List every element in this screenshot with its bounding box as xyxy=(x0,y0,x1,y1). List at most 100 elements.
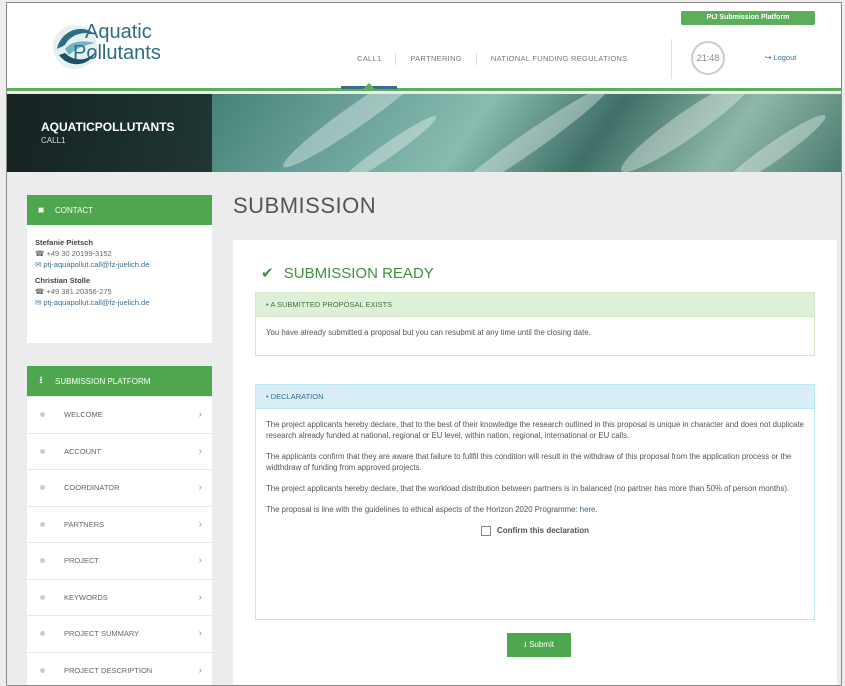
active-nav-pointer xyxy=(363,83,375,89)
status-dot-icon xyxy=(40,448,45,454)
submission-card: ✔ SUBMISSION READY • A SUBMITTED PROPOSA… xyxy=(233,240,837,685)
banner-wave-decoration xyxy=(614,94,760,172)
nav-divider xyxy=(671,39,672,79)
checkmark-icon: ✔ xyxy=(261,265,274,282)
submit-button-label: Submit xyxy=(529,640,554,649)
status-dot-icon xyxy=(40,667,45,673)
submission-platform-menu: ⭳ SUBMISSION PLATFORM WELCOME › ACCOUNT … xyxy=(27,366,212,686)
download-icon: ⭳ xyxy=(39,374,43,386)
declaration-panel: • DECLARATION The project applicants her… xyxy=(255,384,815,620)
call-title: AQUATICPOLLUTANTS xyxy=(41,120,175,134)
sidebar-item-label: PROJECT SUMMARY xyxy=(64,629,140,639)
logout-icon: ↪ xyxy=(765,53,772,62)
declaration-heading: • DECLARATION xyxy=(256,385,814,409)
contact-phone: ☎ +49 30 20199-3152 xyxy=(35,248,204,259)
status-dot-icon xyxy=(40,412,45,418)
submission-ready-heading: ✔ SUBMISSION READY xyxy=(261,264,434,282)
status-dot-icon xyxy=(40,594,45,600)
sidebar-item-coordinator[interactable]: COORDINATOR › xyxy=(27,469,212,506)
declaration-paragraph: The project applicants hereby declare, t… xyxy=(266,420,804,440)
confirm-declaration-label: Confirm this declaration xyxy=(496,526,589,535)
submit-button[interactable]: ⭳ Submit xyxy=(507,633,571,657)
status-dot-icon xyxy=(40,558,45,564)
nav-call1[interactable]: CALL1 xyxy=(343,53,397,65)
chevron-right-icon: › xyxy=(198,482,202,493)
page-title: SUBMISSION xyxy=(233,193,377,218)
sidebar-item-project-summary[interactable]: PROJECT SUMMARY › xyxy=(27,615,212,652)
contact-list: Stefanie Pietsch ☎ +49 30 20199-3152 ✉ p… xyxy=(27,225,212,318)
confirm-declaration-checkbox[interactable] xyxy=(480,525,491,536)
bullet-icon: • xyxy=(266,300,269,309)
sidebar-item-label: PROJECT xyxy=(64,556,100,566)
chevron-right-icon: › xyxy=(198,409,202,420)
contact-heading: CONTACT xyxy=(55,205,94,215)
sidebar-item-label: KEYWORDS xyxy=(64,592,108,602)
call-banner: AQUATICPOLLUTANTS CALL1 xyxy=(7,94,841,172)
brand-line-1: Aquatic xyxy=(85,21,152,43)
chevron-right-icon: › xyxy=(198,591,202,603)
platform-badge: PtJ Submission Platform xyxy=(681,11,815,25)
sidebar-item-label: ACCOUNT xyxy=(64,446,102,456)
logout-link[interactable]: ↪ Logout xyxy=(765,53,796,62)
phone-icon: ☎ xyxy=(35,287,45,296)
status-dot-icon xyxy=(40,485,45,491)
app-frame: Aquatic Pollutants PtJ Submission Platfo… xyxy=(6,2,842,686)
upload-icon: ⭳ xyxy=(524,640,527,649)
contact-phone-value: +49 30 20199-3152 xyxy=(46,249,112,258)
chevron-right-icon: › xyxy=(198,445,202,457)
contact-card-icon: ■ xyxy=(37,204,45,216)
sidebar-item-partners[interactable]: PARTNERS › xyxy=(27,505,212,543)
contact-phone: ☎ +49 381 20356-275 xyxy=(35,286,204,297)
chevron-right-icon: › xyxy=(198,555,202,566)
envelope-icon: ✉ xyxy=(35,260,42,269)
contact-name: Stefanie Pietsch xyxy=(35,238,93,247)
declaration-paragraph: The applicants confirm that they are awa… xyxy=(266,452,792,472)
banner-wave-decoration xyxy=(439,94,615,172)
main-nav: CALL1 PARTNERING NATIONAL FUNDING REGULA… xyxy=(343,49,642,69)
sidebar-item-account[interactable]: ACCOUNT › xyxy=(27,432,212,470)
contact-email-value: ptj-aquapollut.call@fz-juelich.de xyxy=(43,298,150,307)
ethics-guidelines-text: The proposal is line with the guidelines… xyxy=(266,505,580,514)
sidebar-item-label: PROJECT DESCRIPTION xyxy=(64,665,153,675)
sidebar-item-label: COORDINATOR xyxy=(64,483,120,493)
submitted-proposal-heading-label: A SUBMITTED PROPOSAL EXISTS xyxy=(270,300,393,309)
sidebar-item-keywords[interactable]: KEYWORDS › xyxy=(27,578,212,616)
sidebar-item-label: PARTNERS xyxy=(64,519,105,529)
contact-email-value: ptj-aquapollut.call@fz-juelich.de xyxy=(43,260,150,269)
declaration-heading-label: DECLARATION xyxy=(270,392,324,401)
brand-name: Aquatic Pollutants xyxy=(73,22,161,64)
status-dot-icon xyxy=(40,521,45,527)
sidebar-item-project[interactable]: PROJECT › xyxy=(27,542,212,579)
banner-wave-decoration xyxy=(713,108,831,172)
brand-line-2: Pollutants xyxy=(73,42,161,64)
submitted-proposal-panel: • A SUBMITTED PROPOSAL EXISTS You have a… xyxy=(255,292,815,356)
declaration-body: The project applicants hereby declare, t… xyxy=(256,409,814,546)
confirm-declaration[interactable]: Confirm this declaration xyxy=(266,525,804,536)
declaration-paragraph: The proposal is line with the guidelines… xyxy=(266,504,804,515)
submitted-proposal-heading: • A SUBMITTED PROPOSAL EXISTS xyxy=(256,293,814,317)
chevron-right-icon: › xyxy=(198,664,202,676)
call-subtitle: CALL1 xyxy=(41,136,66,145)
sidebar-item-label: WELCOME xyxy=(64,410,103,420)
nav-national-funding-regulations[interactable]: NATIONAL FUNDING REGULATIONS xyxy=(477,53,642,65)
contact-header: ■ CONTACT xyxy=(27,195,212,225)
declaration-paragraph: The project applicants hereby declare, t… xyxy=(266,484,790,493)
submission-platform-heading: SUBMISSION PLATFORM xyxy=(55,376,151,386)
contact-box: ■ CONTACT Stefanie Pietsch ☎ +49 30 2019… xyxy=(27,195,212,343)
contact-email[interactable]: ✉ ptj-aquapollut.call@fz-juelich.de xyxy=(35,259,204,270)
contact-phone-value: +49 381 20356-275 xyxy=(46,287,112,296)
envelope-icon: ✉ xyxy=(35,298,42,307)
status-dot-icon xyxy=(40,631,45,637)
session-timer: 21:48 xyxy=(691,41,725,75)
sidebar-item-welcome[interactable]: WELCOME › xyxy=(27,396,212,433)
submission-platform-header: ⭳ SUBMISSION PLATFORM xyxy=(27,366,212,396)
contact-email[interactable]: ✉ ptj-aquapollut.call@fz-juelich.de xyxy=(35,297,204,308)
nav-partnering[interactable]: PARTNERING xyxy=(396,53,477,65)
submission-ready-label: SUBMISSION READY xyxy=(283,265,434,282)
chevron-right-icon: › xyxy=(198,628,202,639)
ethics-guidelines-link[interactable]: here. xyxy=(580,505,598,514)
submitted-proposal-body: You have already submitted a proposal bu… xyxy=(256,317,814,348)
sidebar-item-project-description[interactable]: PROJECT DESCRIPTION › xyxy=(27,651,212,686)
submitted-proposal-text: You have already submitted a proposal bu… xyxy=(266,328,591,337)
site-header: Aquatic Pollutants PtJ Submission Platfo… xyxy=(7,3,841,91)
